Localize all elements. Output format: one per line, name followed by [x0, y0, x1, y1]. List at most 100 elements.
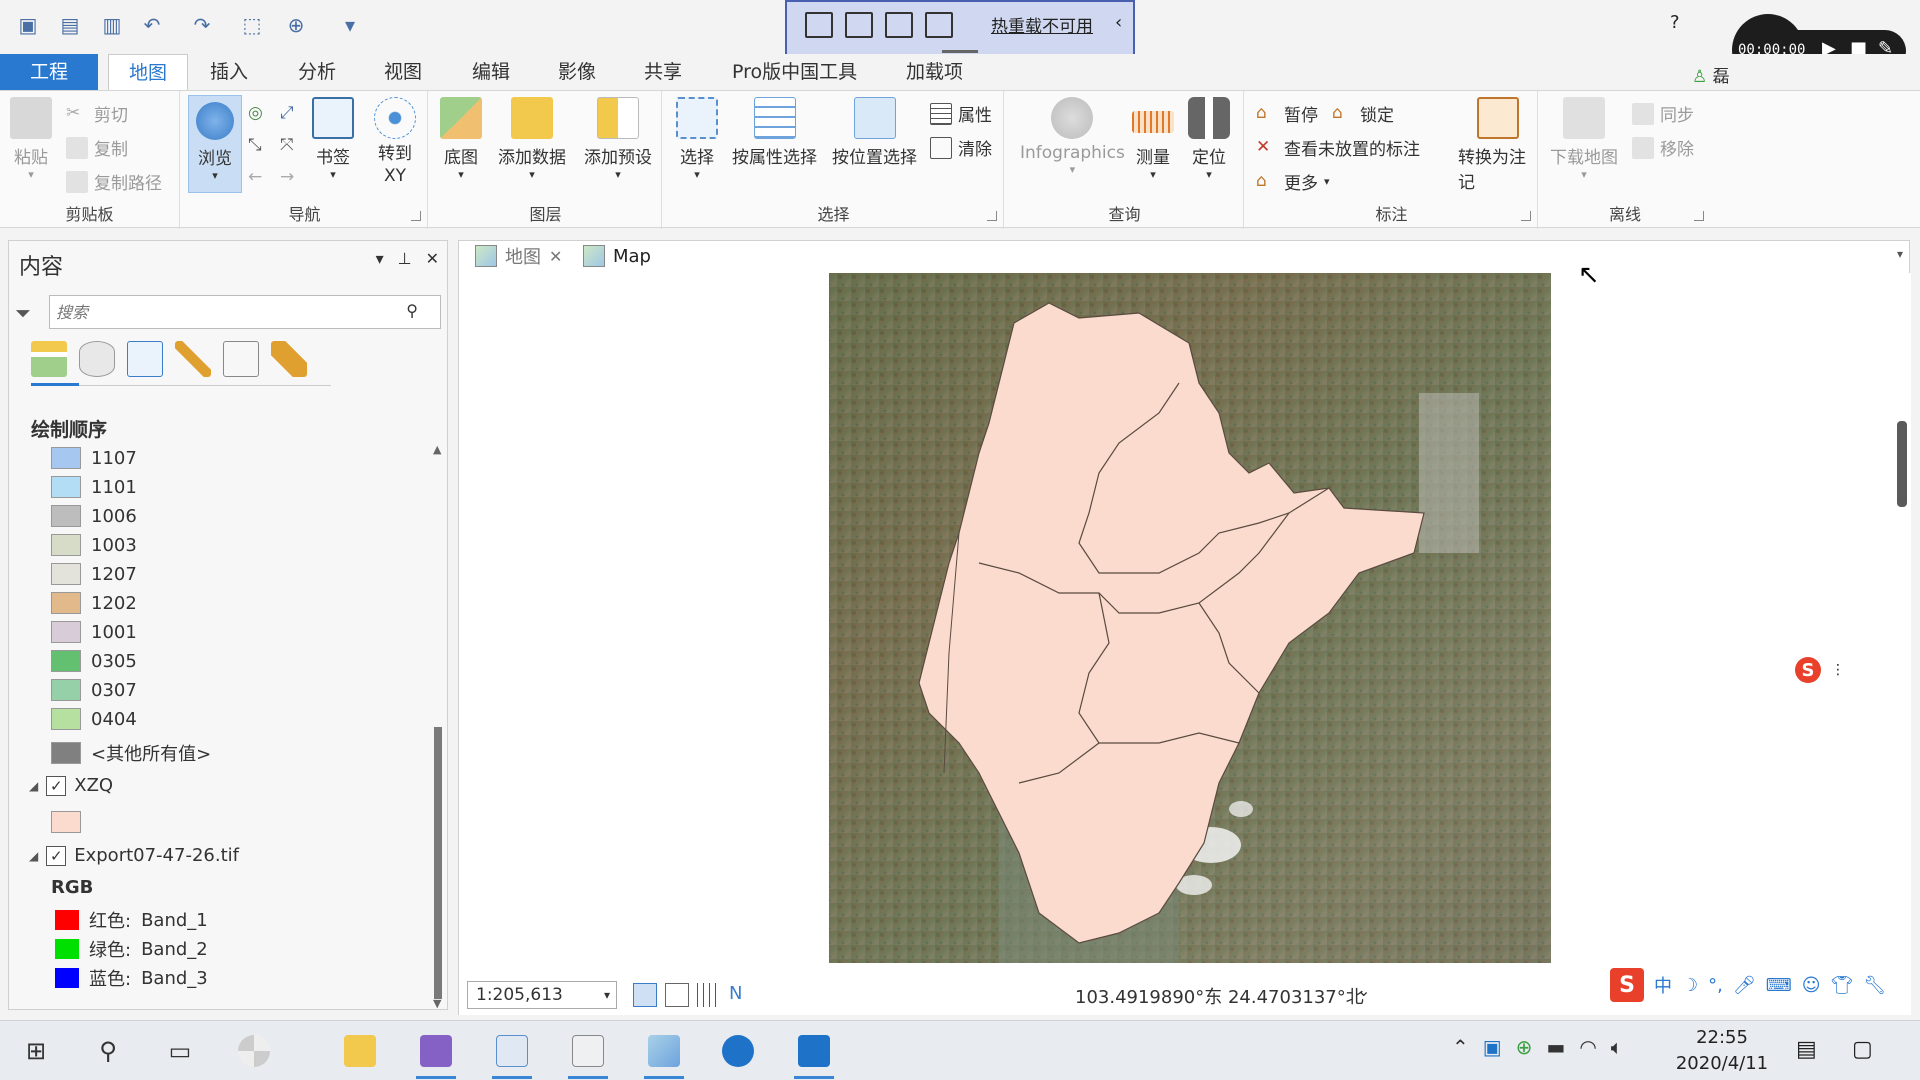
recorder-tray-icon[interactable]: ▣ — [1483, 1035, 1502, 1059]
xzq-symbol[interactable] — [51, 809, 81, 835]
punctuation-icon[interactable]: °, — [1708, 975, 1723, 996]
drag-grip[interactable] — [942, 50, 978, 53]
coordinate-format-dropdown-icon[interactable]: ⌄ — [1357, 981, 1370, 1000]
rgb-band-row[interactable]: 红色: Band_1 — [55, 907, 208, 933]
scale-dropdown-icon[interactable]: ▾ — [604, 988, 610, 1002]
browser-icon[interactable] — [716, 1029, 760, 1073]
download-map-button[interactable]: 下载地图 ▾ — [1550, 97, 1618, 181]
tab-imagery[interactable]: 影像 — [548, 54, 606, 90]
hr-frame-icon[interactable] — [885, 12, 913, 38]
hr-edit-icon[interactable] — [805, 12, 833, 38]
add-preset-button[interactable]: 添加预设 ▾ — [584, 97, 652, 181]
remove-button[interactable]: 移除 — [1632, 135, 1694, 160]
layer-export-tif[interactable]: ◢ ✓ Export07-47-26.tif — [29, 845, 239, 866]
hot-reload-label[interactable]: 热重载不可用 — [991, 12, 1093, 37]
rgb-band-row[interactable]: 绿色: Band_2 — [55, 936, 208, 962]
scroll-up-icon[interactable]: ▲ — [433, 443, 441, 456]
redo-icon[interactable]: ↷ — [188, 12, 216, 38]
explore-button[interactable]: 浏览 ▾ — [188, 95, 242, 193]
layer-visibility-checkbox[interactable]: ✓ — [46, 845, 67, 866]
explore-tool-icon[interactable]: ⊕ — [282, 12, 310, 38]
legend-item[interactable]: <其他所有值> — [51, 740, 211, 766]
scale-selector[interactable]: 1:205,613 ▾ — [467, 981, 617, 1009]
legend-item[interactable]: 1207 — [51, 561, 137, 587]
sogou-icon[interactable]: S — [1795, 657, 1821, 683]
hr-select-icon[interactable] — [845, 12, 873, 38]
tab-edit[interactable]: 编辑 — [462, 54, 520, 90]
rgb-band-row[interactable]: 蓝色: Band_3 — [55, 965, 208, 991]
search-field[interactable]: ⚲ — [49, 295, 441, 329]
labeling-view-icon[interactable] — [271, 341, 307, 377]
legend-item[interactable]: 1001 — [51, 619, 137, 645]
open-project-icon[interactable]: ▤ — [56, 12, 84, 38]
battery-icon[interactable]: ▬ — [1546, 1035, 1565, 1059]
expand-triangle-icon[interactable]: ◢ — [29, 849, 38, 863]
tab-addins[interactable]: 加载项 — [896, 54, 973, 90]
select-by-location-button[interactable]: 按位置选择 — [832, 97, 917, 168]
scrollbar-thumb[interactable] — [434, 727, 442, 999]
editing-view-icon[interactable] — [175, 341, 211, 377]
map-canvas[interactable]: S ⋮ — [459, 273, 1911, 973]
search-icon[interactable]: ⚲ — [406, 301, 418, 320]
labeling-launcher-icon[interactable] — [1521, 211, 1531, 221]
document-viewer-icon[interactable] — [490, 1029, 534, 1079]
zoom-to-layer-button[interactable]: ⤢ — [280, 103, 302, 125]
new-project-icon[interactable]: ▣ — [14, 12, 42, 38]
legend-item[interactable]: 1006 — [51, 503, 137, 529]
legend-item[interactable]: 1101 — [51, 474, 137, 500]
snapping-view-icon[interactable] — [223, 341, 259, 377]
infographics-button[interactable]: Infographics ▾ — [1020, 97, 1125, 176]
tab-project[interactable]: 工程 — [0, 54, 98, 90]
pin-icon[interactable]: ⊥ — [398, 249, 412, 268]
legend-item[interactable]: 0307 — [51, 677, 137, 703]
attributes-button[interactable]: 属性 — [930, 101, 992, 126]
add-data-button[interactable]: 添加数据 ▾ — [498, 97, 566, 181]
customize-qa-icon[interactable]: ▾ — [336, 12, 364, 38]
snapping-icon[interactable]: N — [729, 983, 753, 1007]
search-icon[interactable]: ⚲ — [86, 1029, 130, 1073]
clear-selection-button[interactable]: 清除 — [930, 135, 992, 160]
expand-triangle-icon[interactable]: ◢ — [29, 779, 38, 793]
goto-xy-button[interactable]: 转到 XY — [374, 97, 416, 187]
selection-launcher-icon[interactable] — [987, 211, 997, 221]
data-source-icon[interactable] — [79, 341, 115, 377]
hr-inspect-icon[interactable] — [925, 12, 953, 38]
pause-labels-button[interactable]: ⌂ 暂停 — [1256, 101, 1318, 127]
sync-button[interactable]: 同步 — [1632, 101, 1694, 126]
fixed-zoom-out-button[interactable]: ⤧ — [280, 135, 302, 157]
pane-menu-icon[interactable]: ▾ — [376, 249, 384, 268]
view-unplaced-button[interactable]: ✕ 查看未放置的标注 — [1256, 135, 1420, 161]
map-scrollbar-thumb[interactable] — [1897, 421, 1907, 507]
tab-pro-china-tools[interactable]: Pro版中国工具 — [722, 54, 867, 90]
skin-icon[interactable]: 👕︎ — [1830, 975, 1853, 996]
tab-insert[interactable]: 插入 — [200, 54, 258, 90]
scroll-down-icon[interactable]: ▼ — [433, 997, 441, 1010]
moon-icon[interactable]: ☽ — [1682, 975, 1698, 996]
select-tool-icon[interactable]: ⬚ — [238, 12, 266, 38]
wifi-icon[interactable]: ◠ — [1579, 1035, 1596, 1059]
action-center-icon[interactable]: ▢ — [1852, 1037, 1873, 1062]
copy-button[interactable]: 复制 — [66, 135, 128, 160]
locate-button[interactable]: 定位 ▾ — [1188, 97, 1230, 181]
search-input[interactable] — [56, 297, 386, 327]
layer-xzq[interactable]: ◢ ✓ XZQ — [29, 775, 113, 796]
grid-icon[interactable] — [665, 983, 689, 1007]
more-labels-button[interactable]: ⌂ 更多 ▾ — [1256, 169, 1330, 195]
collapse-chevron-icon[interactable]: ‹ — [1115, 12, 1122, 33]
volume-icon[interactable]: 🔈︎ — [1611, 1035, 1623, 1059]
tab-list-dropdown-icon[interactable]: ▾ — [1897, 247, 1903, 261]
security-tray-icon[interactable]: ⊕ — [1516, 1035, 1533, 1059]
visual-studio-icon[interactable] — [414, 1029, 458, 1079]
ime-floating-widget[interactable]: S ⋮ — [1795, 657, 1845, 683]
paste-button[interactable]: 粘贴 ▾ — [10, 97, 52, 181]
next-extent-button[interactable]: → — [280, 167, 302, 189]
legend-item[interactable]: 0404 — [51, 706, 137, 732]
save-project-icon[interactable]: ▥ — [98, 12, 126, 38]
navigation-mode-icon[interactable] — [633, 983, 657, 1007]
map-tab-ditu[interactable]: 地图 ✕ — [465, 241, 572, 271]
tab-view[interactable]: 视图 — [374, 54, 432, 90]
selection-view-icon[interactable] — [127, 341, 163, 377]
drawing-order-icon[interactable] — [31, 341, 67, 377]
pinwheel-app-icon[interactable] — [232, 1029, 276, 1073]
ime-language[interactable]: 中 — [1654, 972, 1672, 998]
